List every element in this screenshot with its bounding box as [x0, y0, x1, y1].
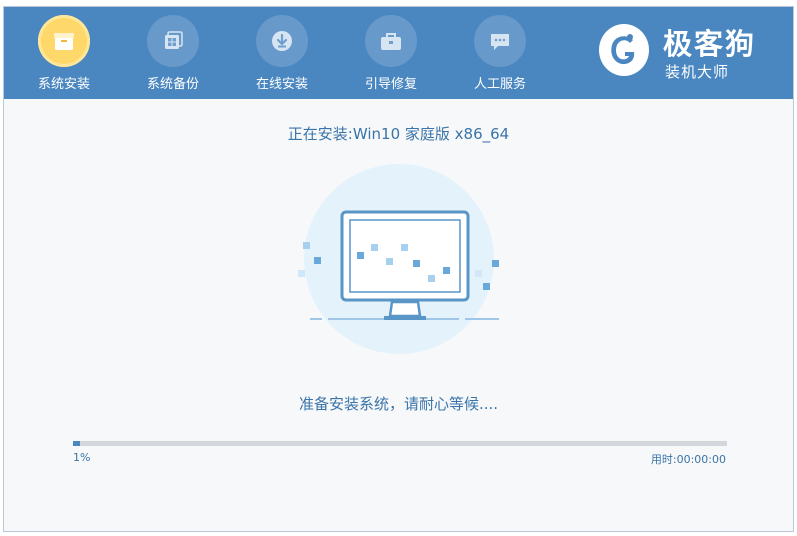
windows-backup-icon [165, 31, 183, 49]
toolbox-icon [381, 33, 401, 50]
tab-system-backup[interactable]: 系统备份 [120, 7, 226, 99]
monitor-installing-illustration [298, 164, 499, 354]
tab-icon-circle [365, 15, 417, 67]
elapsed-time: 用时:00:00:00 [650, 453, 726, 466]
brand: 极客狗 装机大师 [597, 17, 787, 87]
tab-icon-circle [474, 15, 526, 67]
tab-icon-circle [147, 15, 199, 67]
g-dog-logo [599, 24, 649, 76]
brand-subtitle: 装机大师 [665, 63, 730, 81]
progress-fill [73, 441, 80, 446]
brand-name: 极客狗 [663, 27, 757, 61]
tab-online-install[interactable]: 在线安装 [229, 7, 335, 99]
top-nav-bar: 系统安装 系统备份 在线安装 引导修复 人工服务 极客狗 装机大师 [4, 7, 793, 99]
tab-label: 引导修复 [364, 77, 417, 92]
install-title: 正在安装:Win10 家庭版 x86_64 [287, 125, 510, 143]
progress-percent: 1% [73, 451, 91, 464]
install-progress-bar [73, 441, 727, 446]
package-icon [54, 33, 74, 50]
chat-bubble-icon [491, 34, 509, 50]
tab-human-service[interactable]: 人工服务 [447, 7, 553, 99]
tab-icon-circle [256, 15, 308, 67]
tab-label: 系统备份 [146, 77, 199, 92]
installer-window: 系统安装 系统备份 在线安装 引导修复 人工服务 极客狗 装机大师 正在安装:W… [3, 6, 794, 532]
tab-icon-circle [38, 15, 90, 67]
tab-label: 在线安装 [255, 77, 308, 92]
tab-label: 人工服务 [473, 77, 526, 92]
tab-label: 系统安装 [37, 77, 90, 92]
tab-system-install[interactable]: 系统安装 [11, 7, 117, 99]
install-status-text: 准备安装系统，请耐心等候.... [298, 395, 499, 413]
tab-boot-repair[interactable]: 引导修复 [338, 7, 444, 99]
download-icon [272, 31, 292, 51]
